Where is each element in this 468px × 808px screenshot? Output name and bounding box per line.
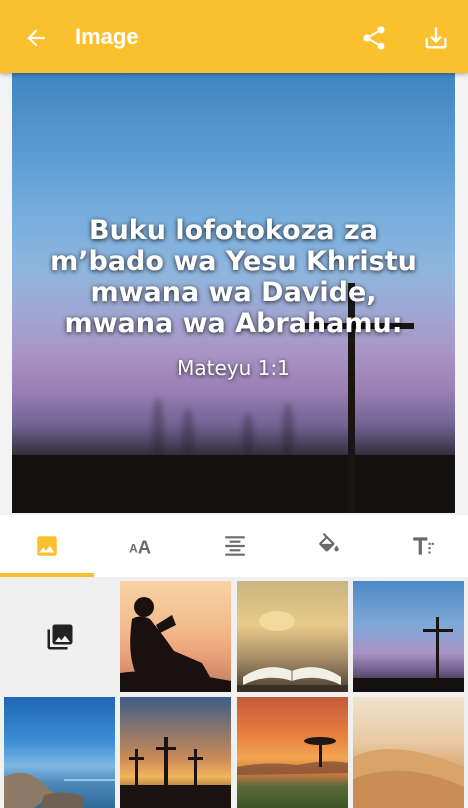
tab-text-style[interactable] [376,515,468,577]
image-icon [37,536,57,556]
three-crosses-sunset [120,737,231,808]
verse-line: mwana wa Abrahamu: [64,308,403,339]
cross-at-dusk [353,617,464,692]
editor-tab-bar: AA [0,515,468,577]
download-icon [425,27,447,49]
background-thumbnail[interactable] [353,581,464,692]
tab-font-size[interactable]: AA [94,515,188,577]
verse-line: mwana wa Davide, [90,277,377,308]
share-icon [363,26,385,50]
verse-line: Buku lofotokoza za [89,215,378,246]
tab-background-image[interactable] [0,515,94,577]
page-title: Image [75,24,139,49]
svg-text:A: A [129,542,138,556]
tab-text-color[interactable] [282,515,376,577]
background-thumbnail[interactable] [120,697,231,808]
verse-text: Buku lofotokoza za m’bado wa Yesu Khrist… [12,215,455,339]
tab-text-align[interactable] [188,515,282,577]
background-thumbnail[interactable] [237,697,348,808]
photo-library-icon [47,624,72,649]
svg-text:A: A [138,537,151,558]
desert-dunes [353,749,464,808]
text-format-icon [413,537,434,555]
arrow-left-icon [27,29,45,47]
savanna-tree-sunset [237,737,348,775]
background-thumbnail[interactable] [120,581,231,692]
download-button[interactable] [420,22,452,54]
background-thumbnail[interactable] [4,697,115,808]
background-image-grid [0,577,468,808]
align-center-icon [225,536,245,556]
boy-reading-silhouette [120,597,231,692]
fill-color-icon [319,533,339,552]
font-size-icon: AA [128,533,151,558]
image-preview[interactable]: Buku lofotokoza za m’bado wa Yesu Khrist… [12,73,455,513]
ground-silhouette [12,455,455,513]
back-button[interactable] [20,22,52,54]
app-bar: Image [0,0,468,73]
lake-shore-blue-sky [4,772,115,808]
verse-line: m’bado wa Yesu Khristu [50,246,417,277]
verse-reference: Mateyu 1:1 [177,356,290,380]
open-bible-sunset [237,611,348,692]
pick-from-gallery-button[interactable] [4,581,115,692]
background-thumbnail[interactable] [237,581,348,692]
share-button[interactable] [358,22,390,54]
background-thumbnail[interactable] [353,697,464,808]
